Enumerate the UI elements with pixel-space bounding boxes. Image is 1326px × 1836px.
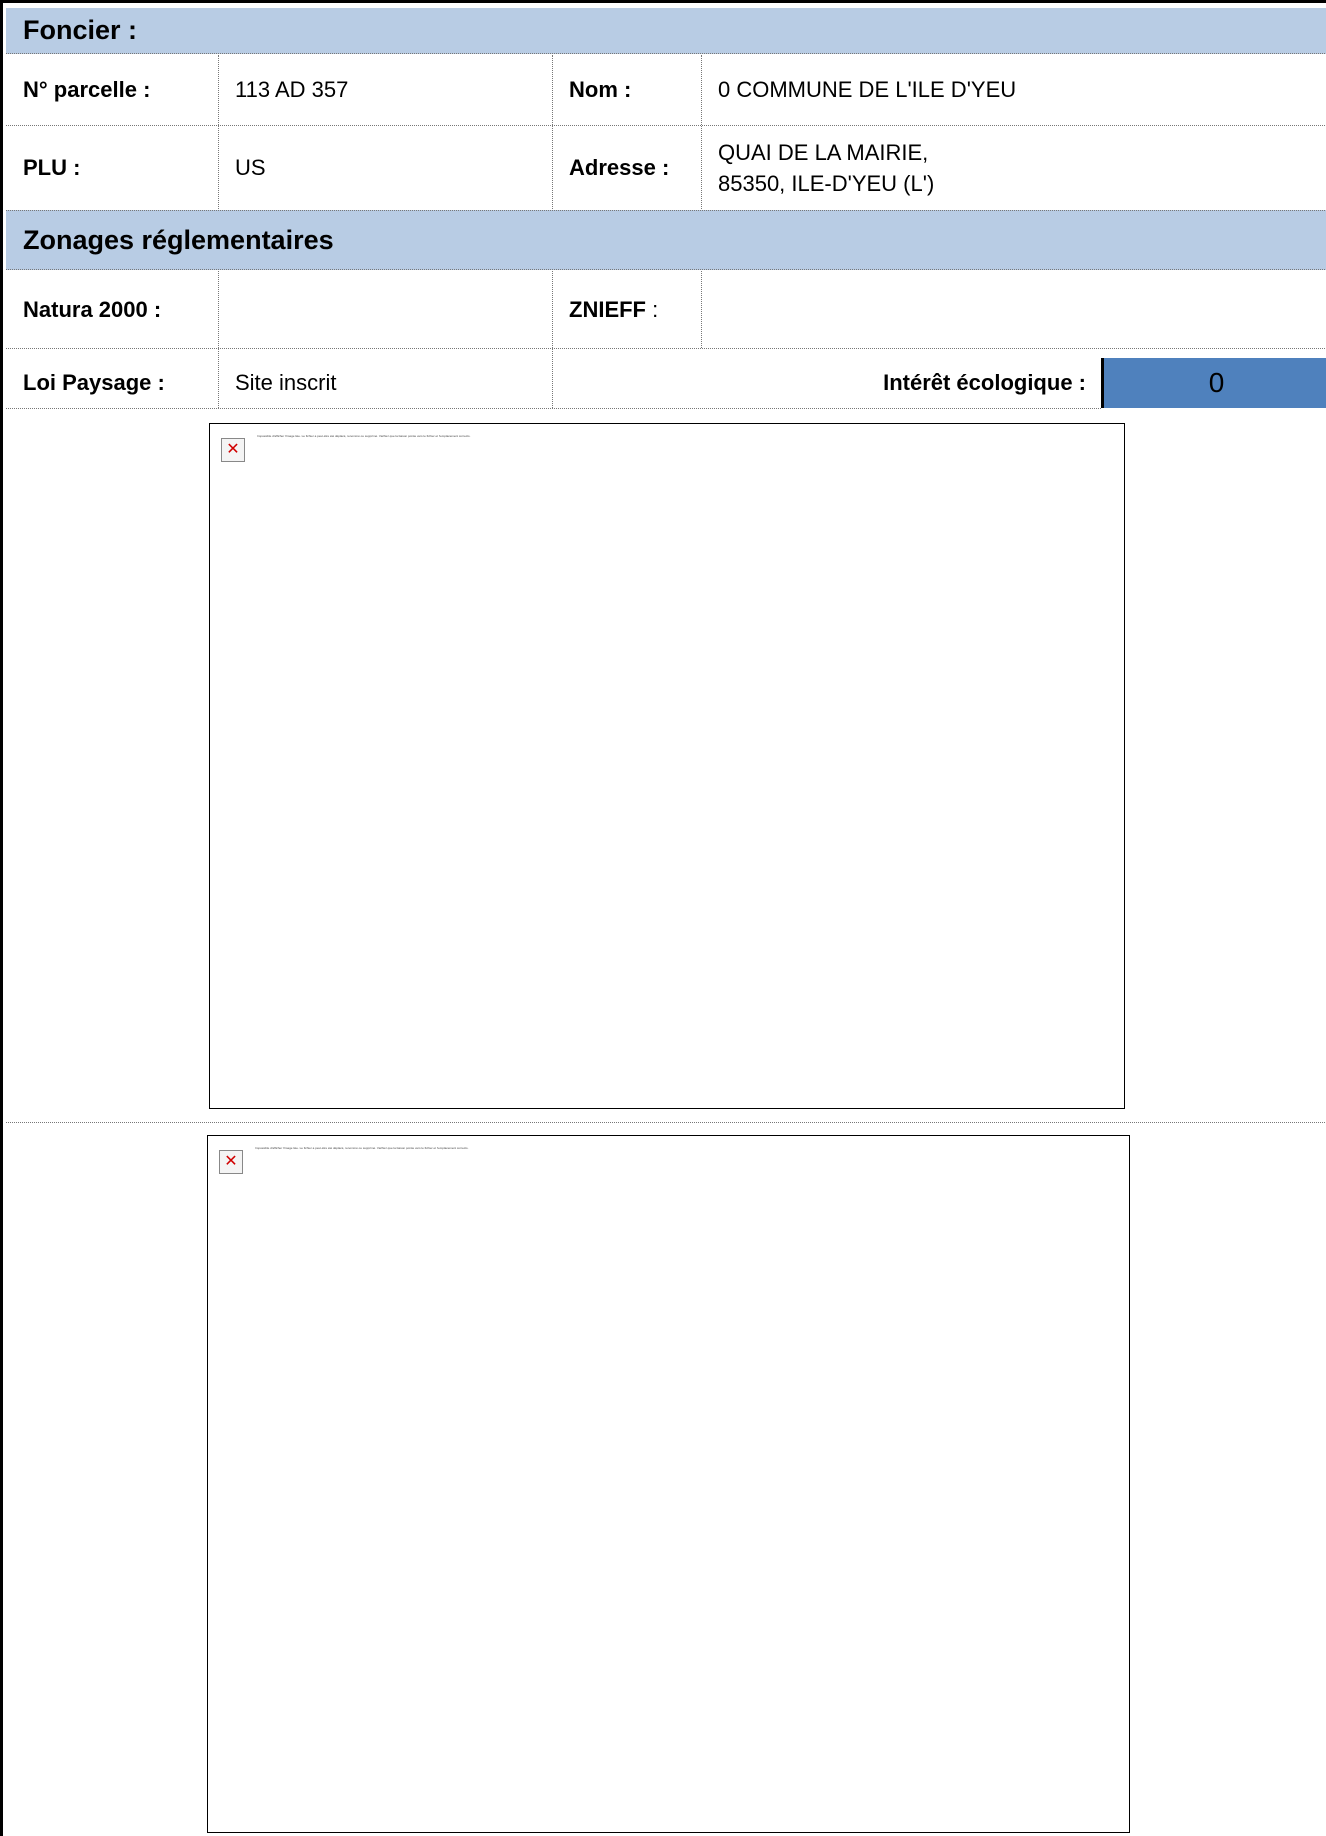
adresse-value: QUAI DE LA MAIRIE, 85350, ILE-D'YEU (L') <box>701 126 1326 209</box>
plu-value: US <box>235 154 266 180</box>
column-divider <box>552 271 553 408</box>
loi-paysage-label: Loi Paysage : <box>23 370 165 395</box>
nom-label: Nom : <box>569 77 632 102</box>
adresse-line-2: 85350, ILE-D'YEU (L') <box>718 170 935 196</box>
broken-image-icon: ✕ <box>221 438 245 462</box>
column-divider <box>701 271 702 348</box>
loi-paysage-value: Site inscrit <box>235 370 337 395</box>
nom-value: 0 COMMUNE DE L'ILE D'YEU <box>718 77 1017 102</box>
adresse-line-1: QUAI DE LA MAIRIE, <box>718 139 929 165</box>
znieff-value <box>701 271 1326 348</box>
section-title-foncier: Foncier : <box>23 15 138 45</box>
section-header-zonages: Zonages réglementaires <box>6 210 1326 270</box>
broken-image-icon: ✕ <box>219 1150 243 1174</box>
znieff-label-text: ZNIEFF <box>569 296 646 322</box>
column-divider <box>701 55 702 209</box>
parcel-sheet: Foncier : N° parcelle : 113 AD 357 Nom :… <box>0 0 1326 1836</box>
column-divider <box>218 271 219 408</box>
row-divider <box>6 125 1326 126</box>
linked-image-frame-2: ✕ Impossible d'afficher l'image liée. Le… <box>207 1135 1130 1833</box>
section-header-foncier: Foncier : <box>6 8 1326 54</box>
row-divider <box>6 408 1101 409</box>
interet-ecologique-score: 0 <box>1101 358 1326 408</box>
image-error-text: Impossible d'afficher l'image liée. Le f… <box>255 1146 469 1150</box>
parcelle-value: 113 AD 357 <box>235 77 349 102</box>
interet-ecologique-label: Intérêt écologique : <box>883 370 1086 395</box>
parcelle-label: N° parcelle : <box>23 77 151 102</box>
natura-value <box>218 271 553 348</box>
znieff-label: ZNIEFF : <box>552 271 702 348</box>
znieff-separator: : <box>646 296 659 322</box>
section-title-zonages: Zonages réglementaires <box>23 224 334 255</box>
image-error-text: Impossible d'afficher l'image liée. Le f… <box>257 434 471 438</box>
linked-image-frame-1: ✕ Impossible d'afficher l'image liée. Le… <box>209 423 1125 1109</box>
column-divider <box>218 55 219 209</box>
plu-label: PLU : <box>23 154 81 180</box>
natura-label: Natura 2000 : <box>23 296 162 322</box>
row-divider <box>6 1122 1326 1123</box>
column-divider <box>552 55 553 209</box>
adresse-label: Adresse : <box>569 154 670 180</box>
row-divider <box>6 348 1326 349</box>
